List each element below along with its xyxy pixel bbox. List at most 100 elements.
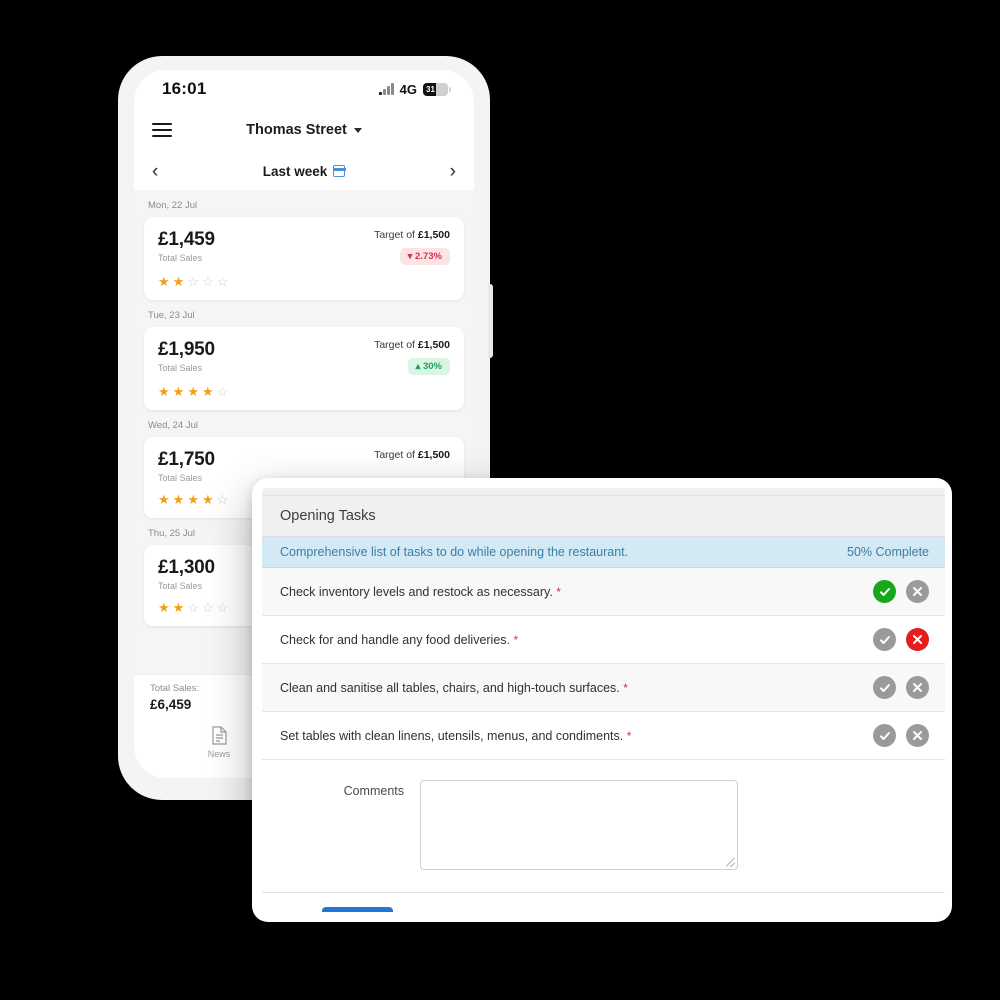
task-reject-icon[interactable] xyxy=(906,676,929,699)
calendar-icon[interactable] xyxy=(332,165,346,177)
star-filled-icon: ★ xyxy=(172,274,185,289)
sales-target-group: Target of £1,500 xyxy=(374,449,450,461)
target-prefix: Target of xyxy=(374,449,418,461)
star-filled-icon: ★ xyxy=(201,492,214,507)
network-type-label: 4G xyxy=(399,81,417,97)
target-variance-badge: ▴ 30% xyxy=(407,358,450,375)
task-row: Check for and handle any food deliveries… xyxy=(262,616,945,664)
required-marker: * xyxy=(623,680,628,695)
hamburger-menu-icon[interactable] xyxy=(152,122,172,138)
star-filled-icon: ★ xyxy=(158,274,170,289)
task-actions xyxy=(873,628,929,651)
dialog-header: Opening Tasks xyxy=(262,496,945,537)
status-bar: 16:01 4G 31 xyxy=(134,70,474,108)
dialog-description-row: Comprehensive list of tasks to do while … xyxy=(262,537,945,568)
week-label-group[interactable]: Last week xyxy=(263,164,346,179)
star-filled-icon: ★ xyxy=(158,600,170,615)
task-accept-icon[interactable] xyxy=(873,628,896,651)
star-empty-icon: ☆ xyxy=(201,274,214,289)
sales-amount-sublabel: Total Sales xyxy=(158,473,203,483)
sales-amount-sublabel: Total Sales xyxy=(158,581,203,591)
task-reject-icon[interactable] xyxy=(906,580,929,603)
target-value: £1,500 xyxy=(417,229,450,241)
task-accept-icon[interactable] xyxy=(873,676,896,699)
week-label: Last week xyxy=(262,163,328,179)
task-actions xyxy=(873,676,929,699)
star-empty-icon: ☆ xyxy=(216,384,229,399)
comments-input[interactable] xyxy=(420,780,738,870)
resize-handle-icon[interactable] xyxy=(726,858,735,867)
sales-amount-group: £1,300 Total Sales xyxy=(158,557,215,591)
app-navbar: Thomas Street xyxy=(134,108,474,152)
sales-amount-group: £1,459 Total Sales xyxy=(158,229,215,263)
target-text: Target of £1,500 xyxy=(374,449,450,461)
star-empty-icon: ☆ xyxy=(216,492,229,507)
star-filled-icon: ★ xyxy=(158,492,170,507)
dialog-footer: Save Cancel xyxy=(262,892,945,912)
sales-amount: £1,950 xyxy=(158,339,215,360)
target-value: £1,500 xyxy=(417,339,450,351)
opening-tasks-dialog: Opening Tasks Comprehensive list of task… xyxy=(252,478,952,922)
sales-card[interactable]: £1,950 Total Sales Target of £1,500 ▴ 30% ★ ★… xyxy=(144,327,464,410)
star-filled-icon: ★ xyxy=(201,384,214,399)
sales-card-top: £1,459 Total Sales Target of £1,500 ▾ 2.73% xyxy=(158,229,450,265)
task-accept-icon[interactable] xyxy=(873,580,896,603)
required-marker: * xyxy=(556,584,561,599)
dialog-title: Opening Tasks xyxy=(280,508,376,524)
dialog-description: Comprehensive list of tasks to do while … xyxy=(280,545,629,559)
target-text: Target of £1,500 xyxy=(374,229,450,241)
star-filled-icon: ★ xyxy=(172,600,185,615)
star-empty-icon: ☆ xyxy=(187,274,199,289)
task-reject-icon[interactable] xyxy=(906,628,929,651)
star-filled-icon: ★ xyxy=(187,384,199,399)
target-text: Target of £1,500 xyxy=(374,339,450,351)
caret-down-icon xyxy=(353,127,362,133)
task-actions xyxy=(873,724,929,747)
target-prefix: Target of xyxy=(374,339,418,351)
sales-amount-group: £1,750 Total Sales xyxy=(158,449,215,483)
sales-target-group: Target of £1,500 ▴ 30% xyxy=(374,339,450,375)
page-title: Thomas Street xyxy=(246,122,347,138)
task-text-group: Check inventory levels and restock as ne… xyxy=(280,585,561,599)
star-filled-icon: ★ xyxy=(172,492,185,507)
task-accept-icon[interactable] xyxy=(873,724,896,747)
sales-card[interactable]: £1,459 Total Sales Target of £1,500 ▾ 2.73%… xyxy=(144,217,464,300)
required-marker: * xyxy=(626,728,632,743)
progress-label: 50% Complete xyxy=(847,545,929,559)
sales-amount-sublabel: Total Sales xyxy=(158,253,203,263)
sales-day-label: Tue, 23 Jul xyxy=(148,310,195,321)
task-reject-icon[interactable] xyxy=(906,724,929,747)
star-filled-icon: ★ xyxy=(158,384,170,399)
battery-percent-label: 31 xyxy=(426,84,435,94)
sales-target-group: Target of £1,500 ▾ 2.73% xyxy=(374,229,450,265)
status-indicators: 4G 31 xyxy=(379,81,451,97)
site-selector[interactable]: Thomas Street xyxy=(134,122,474,138)
sales-day-label: Mon, 22 Jul xyxy=(148,200,198,211)
dialog-content-clip: Opening Tasks Comprehensive list of task… xyxy=(262,488,945,912)
sales-amount-sublabel: Total Sales xyxy=(158,363,203,373)
target-prefix: Target of xyxy=(374,229,418,241)
task-row: Check inventory levels and restock as ne… xyxy=(262,568,945,616)
sales-day-label: Wed, 24 Jul xyxy=(148,420,198,431)
target-value: £1,500 xyxy=(417,449,450,461)
chevron-left-icon[interactable]: ‹ xyxy=(152,162,158,181)
comments-label: Comments xyxy=(343,784,404,798)
battery-icon: 31 xyxy=(423,82,451,96)
status-time: 16:01 xyxy=(162,79,207,98)
star-empty-icon: ☆ xyxy=(201,600,214,615)
sales-amount: £1,459 xyxy=(158,229,215,250)
star-filled-icon: ★ xyxy=(172,384,185,399)
tab-news-label: News xyxy=(207,749,231,759)
sales-card-top: £1,950 Total Sales Target of £1,500 ▴ 30% xyxy=(158,339,450,375)
save-button[interactable]: Save xyxy=(322,907,393,912)
task-text-group: Check for and handle any food deliveries… xyxy=(280,633,518,647)
task-text-group: Clean and sanitise all tables, chairs, a… xyxy=(280,681,628,695)
star-filled-icon: ★ xyxy=(187,492,199,507)
signal-bars-icon xyxy=(379,83,394,95)
chevron-right-icon[interactable]: › xyxy=(450,162,456,181)
rating-stars: ★ ★ ★ ★ ☆ xyxy=(158,385,450,398)
phone-side-button[interactable] xyxy=(488,284,493,358)
target-variance-badge: ▾ 2.73% xyxy=(399,248,450,265)
dialog-top-strip xyxy=(262,488,945,496)
sales-amount: £1,300 xyxy=(158,557,215,578)
